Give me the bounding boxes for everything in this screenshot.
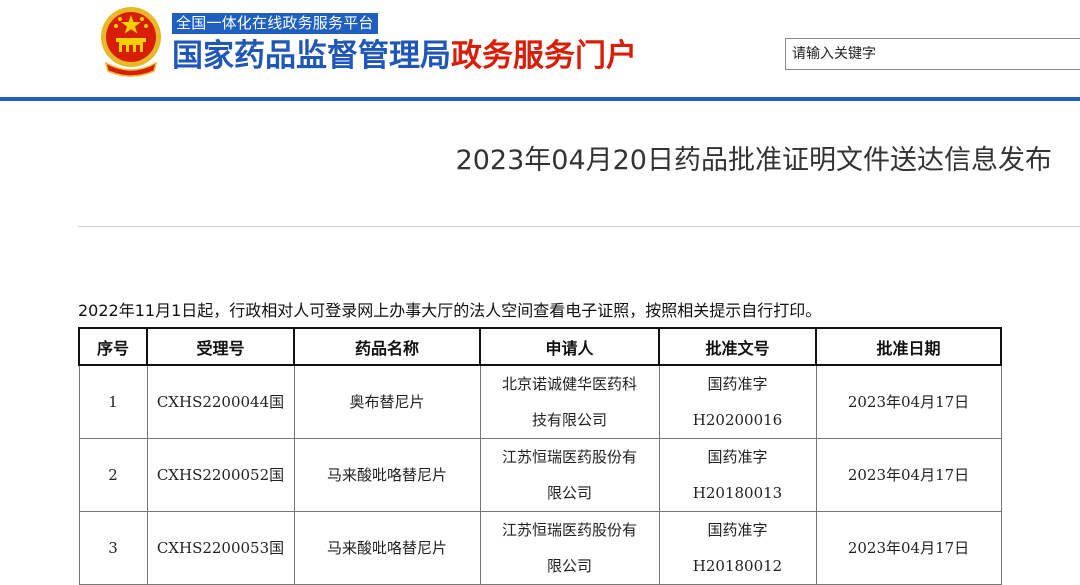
cell-approval-date: 2023年04月17日 [815, 438, 1002, 512]
header-divider [0, 97, 1080, 101]
approval-table: 序号 受理号 药品名称 申请人 批准文号 批准日期 1 CXHS2200044国… [78, 327, 1002, 585]
applicant-line-2: 限公司 [546, 484, 592, 502]
cell-accept-no: CXHS2200044国 [146, 364, 295, 439]
cell-drug-name: 马来酸吡咯替尼片 [293, 438, 481, 512]
page-title: 2023年04月20日药品批准证明文件送达信息发布 [455, 145, 1052, 176]
approval-line-1: 国药准字 [707, 448, 768, 466]
approval-line-2: H20200016 [692, 411, 783, 429]
applicant-line-1: 江苏恒瑞医药股份有 [501, 521, 637, 539]
cell-drug-name: 奥布替尼片 [293, 364, 481, 439]
approval-line-1: 国药准字 [707, 375, 768, 393]
header-accept-no: 受理号 [146, 327, 295, 366]
cell-approval-date: 2023年04月17日 [815, 511, 1002, 585]
cell-applicant: 北京诺诚健华医药科 技有限公司 [479, 364, 660, 439]
header-approval-no: 批准文号 [658, 327, 817, 366]
table-row: 1 CXHS2200044国 奥布替尼片 北京诺诚健华医药科 技有限公司 国药准… [78, 364, 1002, 439]
cell-approval-date: 2023年04月17日 [815, 364, 1002, 439]
notice-text: 2022年11月1日起，行政相对人可登录网上办事大厅的法人空间查看电子证照，按照… [78, 301, 822, 320]
approval-line-1: 国药准字 [707, 521, 768, 539]
cell-no: 3 [78, 511, 148, 585]
approval-line-2: H20180013 [692, 484, 783, 502]
cell-drug-name: 马来酸吡咯替尼片 [293, 511, 481, 585]
site-title-main: 国家药品监督管理局 [172, 38, 451, 74]
applicant-line-1: 江苏恒瑞医药股份有 [501, 448, 637, 466]
cell-no: 2 [78, 438, 148, 512]
title-divider [78, 226, 1080, 227]
cell-approval-no: 国药准字 H20200016 [658, 364, 817, 439]
applicant-line-1: 北京诺诚健华医药科 [501, 375, 637, 393]
cell-approval-no: 国药准字 H20180013 [658, 438, 817, 512]
table-row: 2 CXHS2200052国 马来酸吡咯替尼片 江苏恒瑞医药股份有 限公司 国药… [78, 438, 1002, 512]
national-emblem-icon[interactable] [98, 5, 164, 77]
table-row: 3 CXHS2200053国 马来酸吡咯替尼片 江苏恒瑞医药股份有 限公司 国药… [78, 511, 1002, 585]
platform-slogan: 全国一体化在线政务服务平台 [172, 13, 378, 34]
header-drug-name: 药品名称 [293, 327, 481, 366]
header-no: 序号 [78, 327, 148, 366]
cell-applicant: 江苏恒瑞医药股份有 限公司 [479, 438, 660, 512]
cell-accept-no: CXHS2200052国 [146, 438, 295, 512]
site-header: 全国一体化在线政务服务平台 国家药品监督管理局政务服务门户 [0, 0, 1080, 101]
applicant-line-2: 技有限公司 [531, 411, 607, 429]
applicant-line-2: 限公司 [546, 557, 592, 575]
cell-applicant: 江苏恒瑞医药股份有 限公司 [479, 511, 660, 585]
header-approval-date: 批准日期 [815, 327, 1002, 366]
search-input[interactable] [785, 38, 1080, 70]
header-applicant: 申请人 [479, 327, 660, 366]
table-header-row: 序号 受理号 药品名称 申请人 批准文号 批准日期 [78, 327, 1002, 366]
site-title-accent: 政务服务门户 [451, 38, 637, 74]
approval-line-2: H20180012 [692, 557, 783, 575]
site-title[interactable]: 国家药品监督管理局政务服务门户 [172, 36, 637, 76]
cell-no: 1 [78, 364, 148, 439]
cell-accept-no: CXHS2200053国 [146, 511, 295, 585]
cell-approval-no: 国药准字 H20180012 [658, 511, 817, 585]
